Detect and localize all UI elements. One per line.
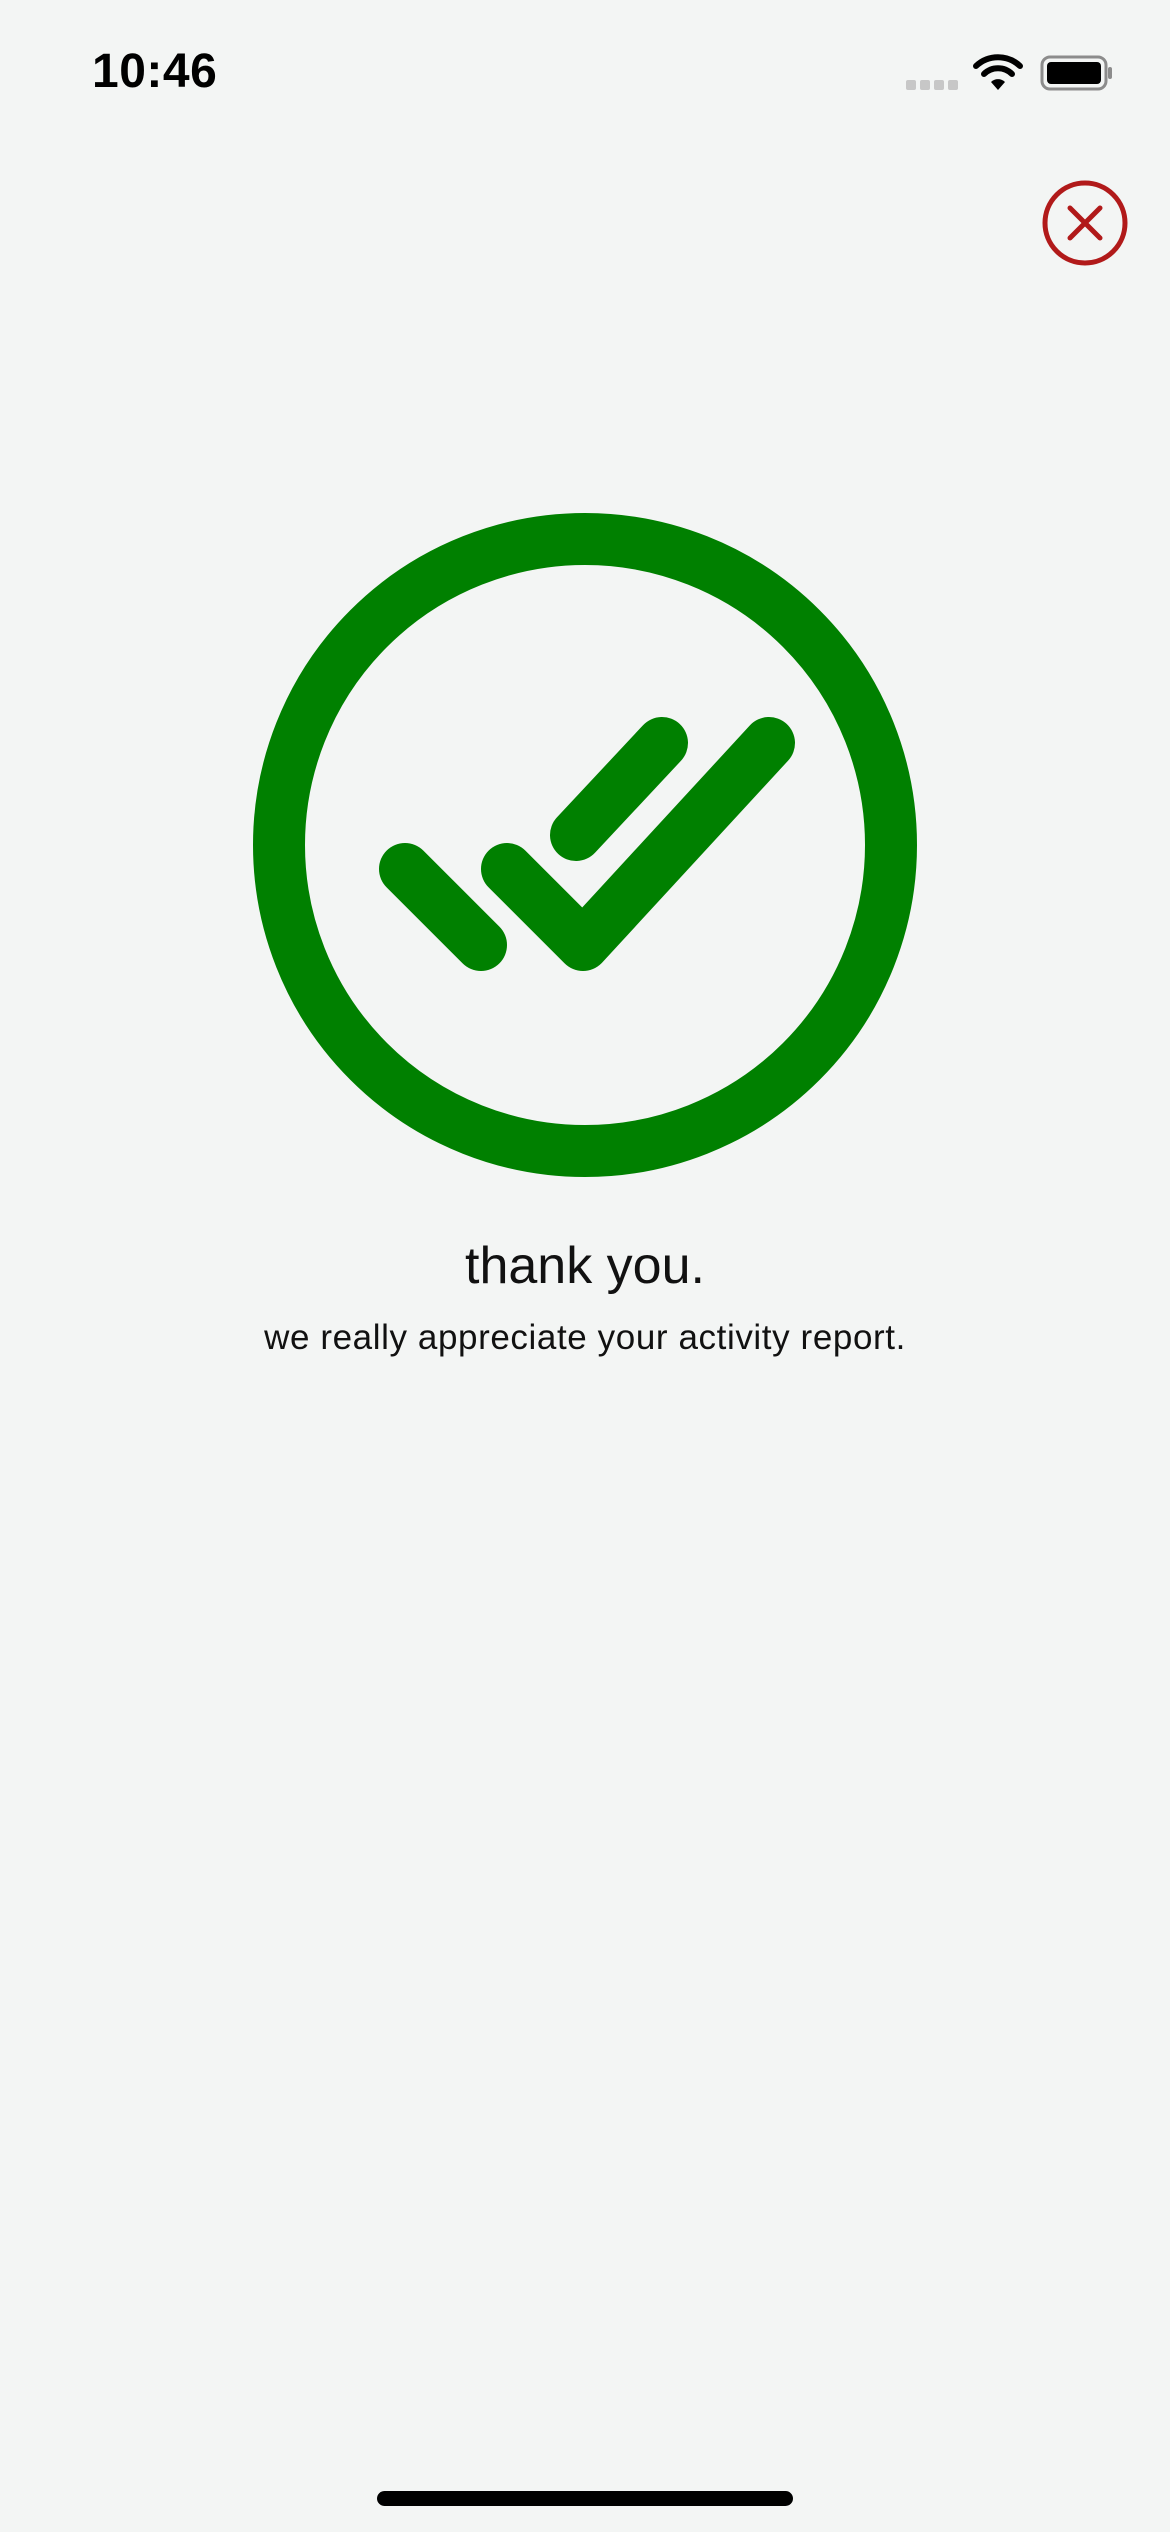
battery-icon [1040,55,1112,91]
appreciation-message: we really appreciate your activity repor… [264,1318,906,1357]
status-bar: 10:46 [0,0,1170,140]
double-check-circle-icon [253,513,917,1177]
close-button[interactable] [1040,178,1130,268]
signal-dots-icon [906,80,958,90]
thank-you-title: thank you. [465,1237,705,1295]
status-time: 10:46 [92,45,218,98]
home-indicator[interactable] [377,2491,793,2506]
close-circle-icon [1042,180,1128,266]
wifi-icon [973,54,1023,90]
